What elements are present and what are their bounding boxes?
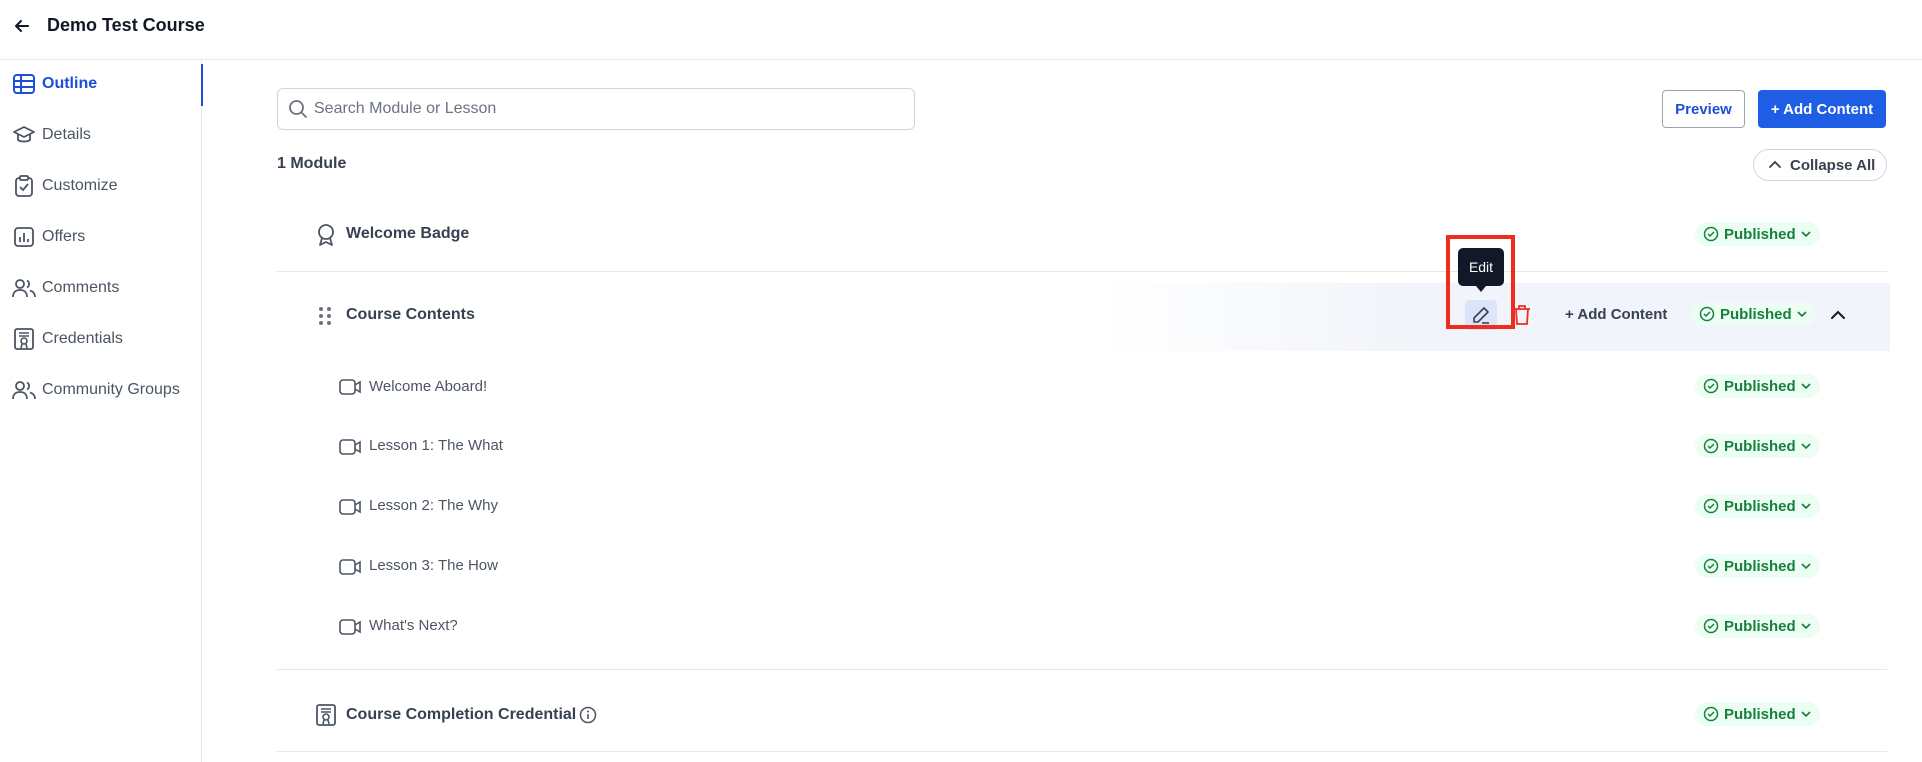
status-label: Published: [1720, 305, 1792, 323]
sidebar-item-credentials[interactable]: Credentials: [0, 317, 202, 361]
chevron-down-icon: [1800, 500, 1812, 512]
sidebar-item-label: Comments: [42, 279, 120, 296]
lesson-title[interactable]: Lesson 1: The What: [369, 437, 503, 454]
trash-icon: [1512, 304, 1532, 326]
sidebar-item-label: Credentials: [42, 330, 123, 347]
status-label: Published: [1724, 497, 1796, 515]
lesson-title[interactable]: Lesson 2: The Why: [369, 497, 498, 514]
check-circle-icon: [1703, 226, 1719, 242]
check-circle-icon: [1703, 558, 1719, 574]
lesson-title[interactable]: Lesson 3: The How: [369, 557, 498, 574]
status-label: Published: [1724, 377, 1796, 395]
status-label: Published: [1724, 437, 1796, 455]
status-dropdown[interactable]: Published: [1695, 374, 1820, 398]
sidebar-item-community-groups[interactable]: Community Groups: [0, 368, 202, 412]
divider: [277, 751, 1887, 752]
check-circle-icon: [1703, 498, 1719, 514]
sidebar-item-label: Offers: [42, 228, 86, 245]
video-icon: [338, 377, 362, 397]
check-circle-icon: [1703, 438, 1719, 454]
sidebar-item-customize[interactable]: Customize: [0, 164, 202, 208]
certificate-icon: [11, 326, 37, 352]
delete-module-button[interactable]: [1509, 302, 1535, 328]
chevron-down-icon: [1800, 228, 1812, 240]
chevron-down-icon: [1796, 308, 1808, 320]
check-circle-icon: [1703, 618, 1719, 634]
search-box: [277, 88, 915, 130]
status-dropdown[interactable]: Published: [1695, 222, 1820, 246]
divider: [277, 271, 1887, 272]
divider: [277, 669, 1887, 670]
sidebar-item-label: Outline: [42, 75, 98, 92]
check-circle-icon: [1703, 706, 1719, 722]
module-count: 1 Module: [277, 155, 347, 172]
chevron-down-icon: [1800, 560, 1812, 572]
chevron-up-icon: [1830, 307, 1846, 323]
video-icon: [338, 617, 362, 637]
status-label: Published: [1724, 225, 1796, 243]
status-dropdown[interactable]: Published: [1695, 702, 1820, 726]
graduation-cap-icon: [11, 122, 37, 148]
drag-handle-icon[interactable]: [314, 305, 336, 327]
info-icon[interactable]: [578, 705, 598, 725]
status-label: Published: [1724, 705, 1796, 723]
preview-button[interactable]: Preview: [1662, 90, 1745, 128]
lesson-title[interactable]: Welcome Aboard!: [369, 378, 487, 395]
status-dropdown[interactable]: Published: [1691, 302, 1816, 326]
video-icon: [338, 437, 362, 457]
users-icon: [11, 275, 37, 301]
search-icon: [288, 99, 308, 124]
course-title: Demo Test Course: [47, 15, 205, 35]
users-icon: [11, 377, 37, 403]
chevron-up-icon: [1768, 158, 1782, 177]
status-dropdown[interactable]: Published: [1695, 494, 1820, 518]
lesson-title[interactable]: What's Next?: [369, 617, 458, 634]
status-dropdown[interactable]: Published: [1695, 434, 1820, 458]
status-dropdown[interactable]: Published: [1695, 614, 1820, 638]
check-circle-icon: [1703, 378, 1719, 394]
certificate-icon: [314, 703, 338, 727]
chevron-down-icon: [1800, 620, 1812, 632]
sidebar-item-label: Details: [42, 126, 91, 143]
status-dropdown[interactable]: Published: [1695, 554, 1820, 578]
check-circle-icon: [1699, 306, 1715, 322]
table-icon: [11, 71, 37, 97]
collapse-all-button[interactable]: Collapse All: [1753, 149, 1887, 181]
collapse-module-button[interactable]: [1826, 303, 1850, 327]
clipboard-check-icon: [11, 173, 37, 199]
sidebar-item-comments[interactable]: Comments: [0, 266, 202, 310]
search-input[interactable]: [314, 97, 904, 121]
chevron-down-icon: [1800, 380, 1812, 392]
badge-title: Welcome Badge: [346, 225, 470, 242]
chevron-down-icon: [1800, 708, 1812, 720]
bar-chart-icon: [11, 224, 37, 250]
status-label: Published: [1724, 557, 1796, 575]
sidebar-item-offers[interactable]: Offers: [0, 215, 202, 259]
chevron-down-icon: [1800, 440, 1812, 452]
top-bar: Demo Test Course: [0, 0, 1922, 60]
status-label: Published: [1724, 617, 1796, 635]
sidebar-item-outline[interactable]: Outline: [0, 62, 203, 106]
sidebar-item-details[interactable]: Details: [0, 113, 202, 157]
module-title: Course Contents: [346, 306, 475, 323]
back-arrow-icon[interactable]: [10, 14, 34, 38]
collapse-all-label: Collapse All: [1790, 157, 1876, 174]
sidebar-item-label: Community Groups: [42, 381, 180, 398]
credential-title: Course Completion Credential: [346, 706, 577, 723]
module-add-content-button[interactable]: + Add Content: [1565, 306, 1667, 323]
add-content-button[interactable]: + Add Content: [1758, 90, 1886, 128]
edit-highlight-box: [1446, 235, 1515, 329]
badge-icon: [314, 223, 338, 247]
video-icon: [338, 497, 362, 517]
sidebar: Outline Details Customize Offers Comment…: [0, 60, 203, 762]
sidebar-item-label: Customize: [42, 177, 118, 194]
video-icon: [338, 557, 362, 577]
